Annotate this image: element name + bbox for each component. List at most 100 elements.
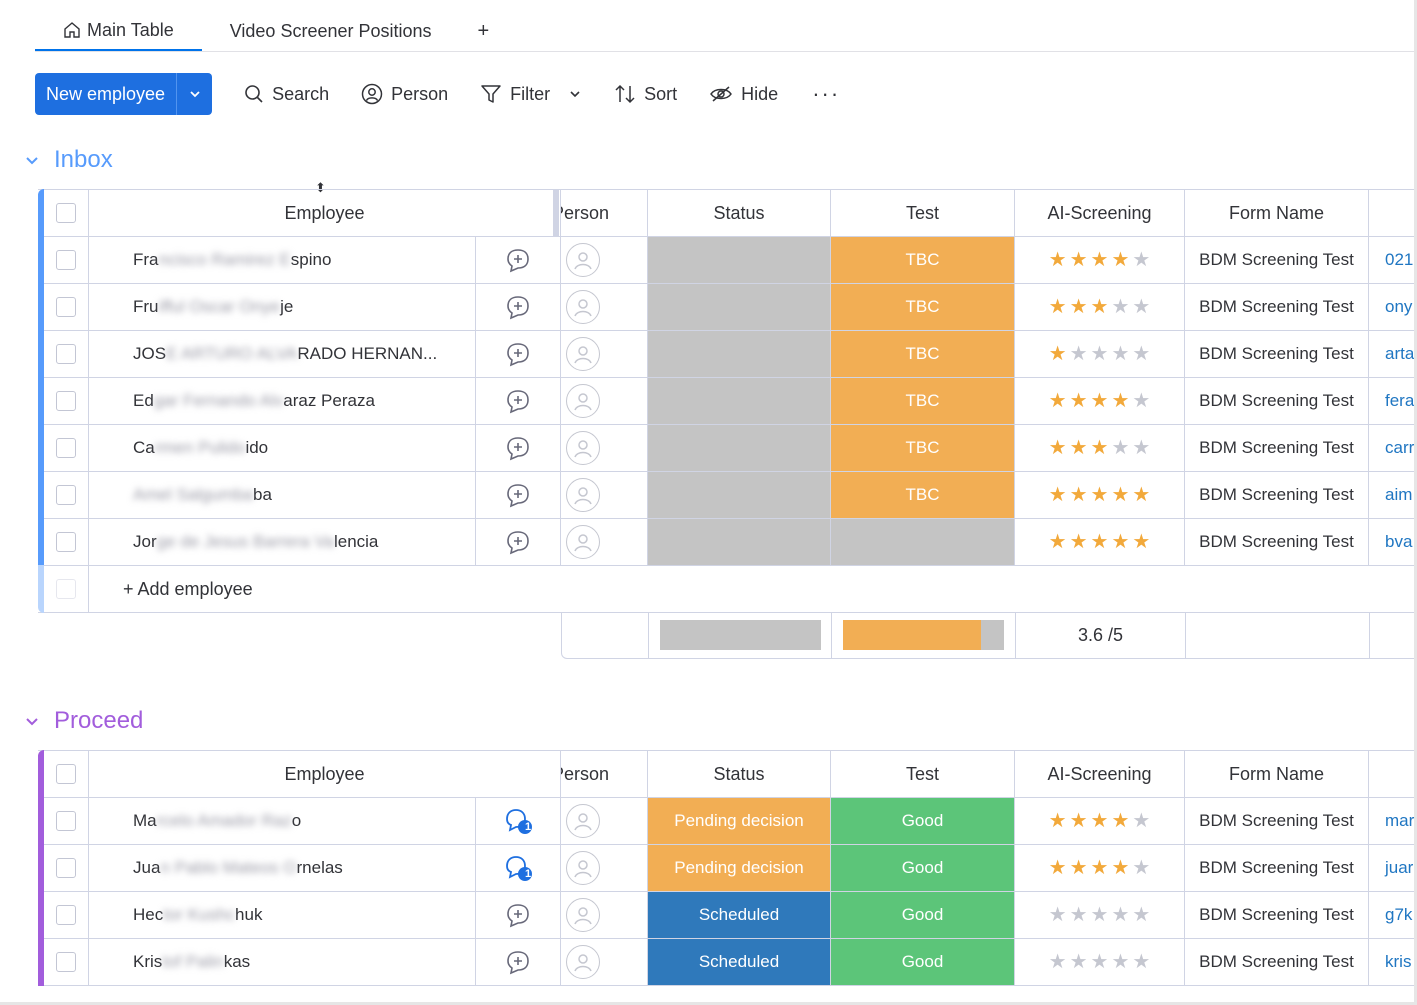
status-cell[interactable]: Scheduled	[648, 939, 831, 985]
select-all-cell[interactable]	[38, 751, 89, 797]
star-icon[interactable]: ★	[1070, 905, 1088, 925]
row-checkbox[interactable]	[56, 858, 76, 878]
row-checkbox-cell[interactable]	[38, 519, 89, 565]
chevron-down-icon[interactable]	[24, 713, 40, 729]
row-checkbox-cell[interactable]	[38, 798, 89, 844]
person-cell[interactable]	[561, 331, 648, 377]
person-cell[interactable]	[561, 378, 648, 424]
row-checkbox-cell[interactable]	[38, 284, 89, 330]
empty-avatar-icon[interactable]	[566, 337, 600, 371]
tab-main-table[interactable]: Main Table	[35, 11, 202, 51]
group-header-inbox[interactable]: Inbox	[24, 146, 113, 174]
updates-cell[interactable]	[476, 331, 561, 377]
rating-stars[interactable]: ★ ★ ★ ★ ★	[1049, 250, 1151, 270]
star-icon[interactable]: ★	[1111, 532, 1129, 552]
ai-screening-cell[interactable]: ★ ★ ★ ★ ★	[1015, 425, 1185, 471]
row-checkbox-cell[interactable]	[38, 892, 89, 938]
star-icon[interactable]: ★	[1049, 811, 1067, 831]
add-update-icon[interactable]	[505, 435, 531, 461]
select-all-checkbox[interactable]	[56, 764, 76, 784]
updates-cell[interactable]	[476, 378, 561, 424]
test-cell[interactable]: TBC	[831, 331, 1015, 377]
star-icon[interactable]: ★	[1132, 297, 1150, 317]
column-header-form-name[interactable]: Form Name	[1185, 751, 1369, 797]
star-icon[interactable]: ★	[1132, 391, 1150, 411]
link-cell[interactable]: mar	[1369, 798, 1414, 844]
row-checkbox[interactable]	[56, 485, 76, 505]
select-all-checkbox[interactable]	[56, 203, 76, 223]
empty-avatar-icon[interactable]	[566, 945, 600, 979]
star-icon[interactable]: ★	[1049, 438, 1067, 458]
ai-screening-cell[interactable]: ★ ★ ★ ★ ★	[1015, 472, 1185, 518]
column-header-extra[interactable]	[1369, 190, 1414, 236]
updates-cell[interactable]: 1	[476, 845, 561, 891]
employee-name-cell[interactable]: Jor ge de Jesus Barrera Va lencia	[89, 519, 476, 565]
column-header-employee[interactable]: Employee	[89, 751, 561, 797]
add-update-icon[interactable]	[505, 529, 531, 555]
link-cell[interactable]: bva	[1369, 519, 1414, 565]
star-icon[interactable]: ★	[1091, 297, 1109, 317]
add-update-icon[interactable]	[505, 949, 531, 975]
updates-cell[interactable]	[476, 472, 561, 518]
row-checkbox-cell[interactable]	[38, 237, 89, 283]
star-icon[interactable]: ★	[1132, 811, 1150, 831]
column-header-status[interactable]: Status	[648, 190, 831, 236]
status-cell[interactable]	[648, 519, 831, 565]
star-icon[interactable]: ★	[1091, 438, 1109, 458]
test-cell[interactable]: Good	[831, 892, 1015, 938]
employee-name-cell[interactable]: Fra ncisco Ramirez Espino	[89, 237, 476, 283]
person-filter-button[interactable]: Person	[361, 83, 448, 105]
select-all-cell[interactable]	[38, 190, 89, 236]
rating-stars[interactable]: ★ ★ ★ ★ ★	[1049, 344, 1151, 364]
star-icon[interactable]: ★	[1049, 391, 1067, 411]
star-icon[interactable]: ★	[1111, 297, 1129, 317]
link-cell[interactable]: carr	[1369, 425, 1414, 471]
star-icon[interactable]: ★	[1132, 344, 1150, 364]
ai-screening-cell[interactable]: ★ ★ ★ ★ ★	[1015, 939, 1185, 985]
row-checkbox[interactable]	[56, 391, 76, 411]
star-icon[interactable]: ★	[1049, 858, 1067, 878]
column-header-ai-screening[interactable]: AI-Screening	[1015, 190, 1185, 236]
row-checkbox[interactable]	[56, 438, 76, 458]
status-cell[interactable]	[648, 472, 831, 518]
row-checkbox-cell[interactable]	[38, 378, 89, 424]
rating-stars[interactable]: ★ ★ ★ ★ ★	[1049, 952, 1151, 972]
column-header-ai-screening[interactable]: AI-Screening	[1015, 751, 1185, 797]
star-icon[interactable]: ★	[1049, 485, 1067, 505]
test-cell[interactable]: TBC	[831, 237, 1015, 283]
star-icon[interactable]: ★	[1070, 532, 1088, 552]
star-icon[interactable]: ★	[1049, 952, 1067, 972]
rating-stars[interactable]: ★ ★ ★ ★ ★	[1049, 905, 1151, 925]
status-cell[interactable]: Pending decision	[648, 845, 831, 891]
rating-stars[interactable]: ★ ★ ★ ★ ★	[1049, 391, 1151, 411]
status-cell[interactable]	[648, 378, 831, 424]
rating-stars[interactable]: ★ ★ ★ ★ ★	[1049, 532, 1151, 552]
star-icon[interactable]: ★	[1049, 297, 1067, 317]
column-header-extra[interactable]	[1369, 751, 1414, 797]
column-header-form-name[interactable]: Form Name	[1185, 190, 1369, 236]
chevron-down-icon[interactable]	[24, 152, 40, 168]
star-icon[interactable]: ★	[1091, 532, 1109, 552]
employee-name-cell[interactable]: Ma rcelo Amador Raz o	[89, 798, 476, 844]
row-checkbox-cell[interactable]	[38, 331, 89, 377]
sort-button[interactable]: Sort	[614, 83, 677, 105]
link-cell[interactable]: fera	[1369, 378, 1414, 424]
star-icon[interactable]: ★	[1091, 344, 1109, 364]
star-icon[interactable]: ★	[1132, 905, 1150, 925]
add-view-button[interactable]: +	[460, 20, 508, 43]
column-header-test[interactable]: Test	[831, 751, 1015, 797]
hide-button[interactable]: Hide	[709, 84, 778, 105]
add-update-icon[interactable]	[505, 294, 531, 320]
status-cell[interactable]: Scheduled	[648, 892, 831, 938]
row-checkbox[interactable]	[56, 532, 76, 552]
add-update-icon[interactable]	[505, 388, 531, 414]
star-icon[interactable]: ★	[1070, 858, 1088, 878]
ai-screening-cell[interactable]: ★ ★ ★ ★ ★	[1015, 237, 1185, 283]
empty-avatar-icon[interactable]	[566, 804, 600, 838]
star-icon[interactable]: ★	[1070, 391, 1088, 411]
star-icon[interactable]: ★	[1111, 391, 1129, 411]
updates-cell[interactable]: 1	[476, 798, 561, 844]
link-cell[interactable]: g7k	[1369, 892, 1414, 938]
group-header-proceed[interactable]: Proceed	[24, 707, 143, 735]
employee-name-cell[interactable]: Jua n Pablo Mateos Ornelas	[89, 845, 476, 891]
